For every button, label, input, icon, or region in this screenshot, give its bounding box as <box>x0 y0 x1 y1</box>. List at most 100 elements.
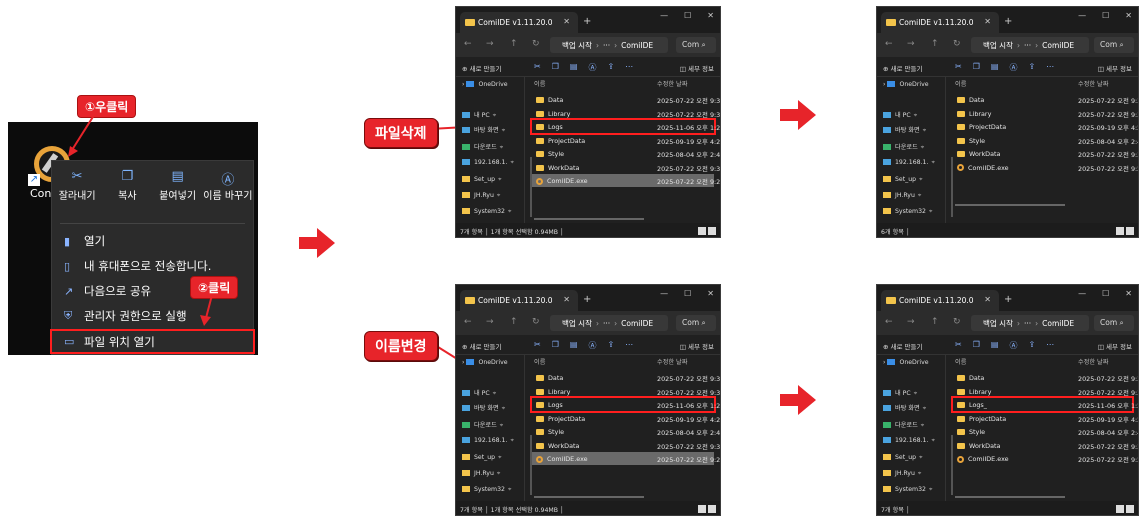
share-icon[interactable]: ⇪ <box>607 340 614 351</box>
new-button[interactable]: ⊕ 새로 만들기 <box>462 341 501 351</box>
nav-item[interactable]: 내 PC ⌖ <box>883 110 917 120</box>
back-icon[interactable]: ← <box>464 317 472 327</box>
breadcrumb-ellipsis[interactable]: ··· <box>1024 319 1031 328</box>
copy-icon[interactable]: ❐ <box>973 62 980 73</box>
file-row[interactable]: Style 2025-08-04 오후 2:48 <box>953 425 1138 438</box>
tiles-view-icon[interactable] <box>708 505 716 513</box>
forward-icon[interactable]: → <box>907 39 915 49</box>
copy-icon[interactable]: ❐ <box>552 62 559 73</box>
up-icon[interactable]: ↑ <box>931 317 939 327</box>
horizontal-scrollbar[interactable] <box>955 204 1065 206</box>
column-header-date[interactable]: 수정한 날짜 <box>1078 79 1108 88</box>
file-row[interactable]: WorkData 2025-07-22 오전 9:31 <box>953 147 1138 160</box>
details-pane-button[interactable]: ◫ 세부 정보 <box>1098 341 1132 351</box>
details-view-icon[interactable] <box>1116 505 1124 513</box>
new-tab-icon[interactable]: + <box>583 294 591 305</box>
file-row[interactable]: ComiIDE.exe 2025-07-22 오전 9:28 <box>953 452 1138 465</box>
file-row[interactable]: Style 2025-08-04 오후 2:48 <box>953 134 1138 147</box>
breadcrumb-segment[interactable]: 백업 시작 <box>562 319 592 328</box>
more-icon[interactable]: ⋯ <box>1046 62 1054 73</box>
horizontal-scrollbar[interactable] <box>534 495 644 498</box>
new-tab-icon[interactable]: + <box>583 16 591 27</box>
pane-divider[interactable] <box>945 77 946 225</box>
back-icon[interactable]: ← <box>464 39 472 49</box>
back-icon[interactable]: ← <box>885 317 893 327</box>
column-header-name[interactable]: 이름 <box>534 359 545 366</box>
rename-icon[interactable]: Ⓐ <box>588 62 596 73</box>
new-button[interactable]: ⊕ 새로 만들기 <box>462 63 501 73</box>
close-icon[interactable]: ✕ <box>1125 11 1132 20</box>
nav-item[interactable]: › OneDrive <box>883 81 929 88</box>
breadcrumb-segment[interactable]: ComiIDE <box>621 41 653 50</box>
pane-divider[interactable] <box>524 77 525 225</box>
new-tab-icon[interactable]: + <box>1004 16 1012 27</box>
file-row[interactable]: Data 2025-07-22 오전 9:31 <box>532 93 720 106</box>
close-icon[interactable]: ✕ <box>1125 289 1132 298</box>
address-bar[interactable]: 백업 시작 › ··· › ComiIDE <box>550 315 668 331</box>
breadcrumb-ellipsis[interactable]: ··· <box>1024 41 1031 50</box>
nav-item[interactable]: 다운로드 ⌖ <box>883 420 924 430</box>
search-input[interactable]: Com ⌕ <box>1094 37 1134 53</box>
file-row[interactable]: Data 2025-07-22 오전 9:31 <box>953 93 1138 106</box>
forward-icon[interactable]: → <box>907 317 915 327</box>
forward-icon[interactable]: → <box>486 39 494 49</box>
nav-item[interactable]: 192.168.1. ⌖ <box>883 159 935 167</box>
new-button[interactable]: ⊕ 새로 만들기 <box>883 63 922 73</box>
nav-item[interactable]: › OneDrive <box>462 359 508 366</box>
breadcrumb-ellipsis[interactable]: ··· <box>603 319 610 328</box>
maximize-icon[interactable]: ☐ <box>684 11 691 20</box>
file-row[interactable]: Style 2025-08-04 오후 2:48 <box>532 147 720 160</box>
share-icon[interactable]: ⇪ <box>1028 340 1035 351</box>
refresh-icon[interactable]: ↻ <box>953 39 961 49</box>
share-icon[interactable]: ⇪ <box>1028 62 1035 73</box>
search-input[interactable]: Com ⌕ <box>1094 315 1134 331</box>
close-tab-icon[interactable]: ✕ <box>563 295 570 304</box>
tiles-view-icon[interactable] <box>708 227 716 235</box>
nav-item[interactable]: JH.Ryu ⌖ <box>883 470 921 478</box>
file-row[interactable]: WorkData 2025-07-22 오전 9:31 <box>532 161 720 174</box>
breadcrumb-segment[interactable]: ComiIDE <box>621 319 653 328</box>
search-input[interactable]: Com ⌕ <box>676 37 716 53</box>
maximize-icon[interactable]: ☐ <box>1102 289 1109 298</box>
nav-item[interactable]: 192.168.1. ⌖ <box>883 437 935 445</box>
tiles-view-icon[interactable] <box>1126 505 1134 513</box>
paste-icon[interactable]: ▤ <box>570 340 578 351</box>
up-icon[interactable]: ↑ <box>931 39 939 49</box>
nav-item[interactable]: Set_up ⌖ <box>462 176 502 184</box>
nav-item[interactable]: 다운로드 ⌖ <box>462 142 503 152</box>
nav-item[interactable]: Set_up ⌖ <box>883 454 923 462</box>
minimize-icon[interactable]: — <box>1078 289 1086 298</box>
cut-icon[interactable]: ✂ <box>534 340 541 351</box>
file-row[interactable]: Data 2025-07-22 오전 9:31 <box>532 371 720 384</box>
refresh-icon[interactable]: ↻ <box>953 317 961 327</box>
breadcrumb-segment[interactable]: 백업 시작 <box>562 41 592 50</box>
nav-item[interactable]: 내 PC ⌖ <box>462 388 496 398</box>
nav-item[interactable]: 바탕 화면 ⌖ <box>462 403 505 413</box>
nav-item[interactable]: System32 ⌖ <box>462 208 511 216</box>
cut-icon[interactable]: ✂ <box>955 340 962 351</box>
nav-item[interactable]: System32 ⌖ <box>883 208 932 216</box>
horizontal-scrollbar[interactable] <box>534 217 644 220</box>
more-icon[interactable]: ⋯ <box>1046 340 1054 351</box>
maximize-icon[interactable]: ☐ <box>1102 11 1109 20</box>
column-header-name[interactable]: 이름 <box>955 81 966 88</box>
close-tab-icon[interactable]: ✕ <box>984 295 991 304</box>
file-row[interactable]: ComiIDE.exe 2025-07-22 오전 9:28 <box>532 174 720 187</box>
column-header-date[interactable]: 수정한 날짜 <box>1078 357 1108 366</box>
file-row[interactable]: Library 2025-07-22 오전 9:31 <box>953 107 1138 120</box>
more-icon[interactable]: ⋯ <box>625 62 633 73</box>
details-view-icon[interactable] <box>698 227 706 235</box>
new-button[interactable]: ⊕ 새로 만들기 <box>883 341 922 351</box>
refresh-icon[interactable]: ↻ <box>532 39 540 49</box>
cut-icon[interactable]: ✂ <box>955 62 962 73</box>
address-bar[interactable]: 백업 시작 › ··· › ComiIDE <box>971 315 1089 331</box>
nav-item[interactable]: › OneDrive <box>462 81 508 88</box>
column-header-date[interactable]: 수정한 날짜 <box>657 357 687 366</box>
column-header-date[interactable]: 수정한 날짜 <box>657 79 687 88</box>
file-row[interactable]: Style 2025-08-04 오후 2:48 <box>532 425 720 438</box>
share-icon[interactable]: ⇪ <box>607 62 614 73</box>
copy-icon[interactable]: ❐ <box>973 340 980 351</box>
file-row[interactable]: Library 2025-07-22 오전 9:31 <box>532 385 720 398</box>
breadcrumb-segment[interactable]: 백업 시작 <box>983 319 1013 328</box>
paste-icon[interactable]: ▤ <box>991 62 999 73</box>
